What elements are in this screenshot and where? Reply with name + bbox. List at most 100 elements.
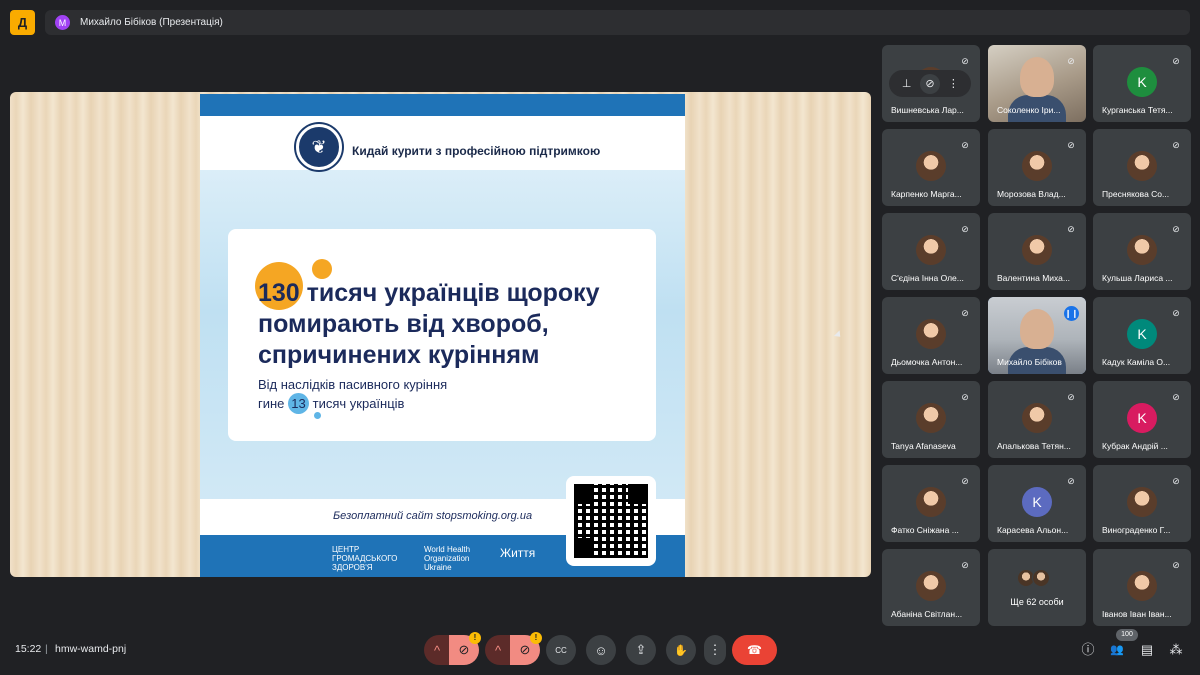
participant-tile[interactable]: ⊘ Преснякова Со... <box>1093 129 1191 206</box>
more-options-button[interactable]: ⋮ <box>704 635 726 665</box>
participant-tile[interactable]: ⊘ С'єдіна Інна Оле... <box>882 213 980 290</box>
participant-name: Вишневська Лар... <box>891 105 964 115</box>
slide-header <box>200 116 685 170</box>
participant-name: Кубрак Андрій ... <box>1102 441 1168 451</box>
footer-logo-center: ЦЕНТР ГРОМАДСЬКОГО ЗДОРОВ'Я <box>332 545 398 572</box>
headline-line2: помирають від хвороб, <box>258 310 549 338</box>
captions-button[interactable]: CC <box>546 635 576 665</box>
muted-mic-icon: ⊘ <box>961 392 969 402</box>
decor-dot <box>312 259 332 279</box>
chevron-up-icon: ^ <box>433 642 441 658</box>
raise-hand-button[interactable]: ✋ <box>666 635 696 665</box>
decor-dot <box>314 412 321 419</box>
headline-number: 130 <box>258 279 300 307</box>
leave-call-button[interactable]: ☎ <box>732 635 777 665</box>
participant-tile[interactable]: ⊘ Валентина Миха... <box>988 213 1086 290</box>
mic-off-icon: ⊘ <box>458 642 470 657</box>
participant-tile[interactable]: ⊘ Tanya Afanaseva <box>882 381 980 458</box>
participant-tile[interactable]: ⊘ Фатко Сніжана ... <box>882 465 980 542</box>
headline-text: тисяч українців щороку <box>299 279 600 307</box>
participant-avatar: K <box>1127 319 1157 349</box>
participant-avatar <box>1127 487 1157 517</box>
participant-avatar <box>916 571 946 601</box>
present-button[interactable]: ⇪ <box>626 635 656 665</box>
muted-mic-icon: ⊘ <box>1172 140 1180 150</box>
participant-avatar <box>916 235 946 265</box>
participant-avatar <box>1127 151 1157 181</box>
qr-pattern <box>574 484 648 558</box>
participant-tile[interactable]: K ⊘ Курганська Тетя... <box>1093 45 1191 122</box>
clock: 15:22 <box>15 643 42 655</box>
tile-hover-toolbar[interactable]: ⊥ ⊘ ⋮ <box>889 70 971 97</box>
participant-tile[interactable]: Ще 62 особи <box>988 549 1086 626</box>
participant-name: Соколенко Іри... <box>997 105 1061 115</box>
participant-avatar: K <box>1127 67 1157 97</box>
participant-name: Кульша Лариса ... <box>1102 273 1173 283</box>
camera-warning-icon: ! <box>530 632 542 644</box>
participant-tile[interactable]: ⊘ Соколенко Іри... <box>988 45 1086 122</box>
participant-name: Курганська Тетя... <box>1102 105 1173 115</box>
participant-name: Tanya Afanaseva <box>891 441 956 451</box>
activities-icon[interactable]: ⁂ <box>1167 641 1185 659</box>
muted-mic-icon: ⊘ <box>961 140 969 150</box>
participant-tile[interactable]: ⊘ Апалькова Тетян... <box>988 381 1086 458</box>
presenter-bar[interactable]: M Михайло Бібіков (Презентація) <box>45 10 1190 35</box>
slide-tagline: Кидай курити з професійною підтримкою <box>352 144 601 158</box>
participant-avatar <box>916 487 946 517</box>
participant-name: Винограденко Г... <box>1102 525 1171 535</box>
pin-icon[interactable]: ⊥ <box>897 74 917 94</box>
participant-tile[interactable]: ⊘ Дьомочка Антон... <box>882 297 980 374</box>
participant-avatar <box>916 151 946 181</box>
participant-tile[interactable]: ⊘ Морозова Влад... <box>988 129 1086 206</box>
slide-top-band <box>200 94 685 116</box>
participants-count-badge: 100 <box>1116 629 1138 641</box>
more-vert-icon: ⋮ <box>708 642 722 657</box>
participant-tile[interactable]: ⊘ Іванов Іван Іван... <box>1093 549 1191 626</box>
emoji-button[interactable]: ☺ <box>586 635 616 665</box>
participant-name: Апалькова Тетян... <box>997 441 1071 451</box>
participant-tile[interactable]: ❙❙ Михайло Бібіков <box>988 297 1086 374</box>
participant-name: Абаніна Світлан... <box>891 609 963 619</box>
app-logo: Д <box>10 10 35 35</box>
participant-avatar <box>1022 235 1052 265</box>
qr-code <box>566 476 656 566</box>
participant-tile[interactable]: K ⊘ Карасева Альон... <box>988 465 1086 542</box>
people-icon[interactable]: 👥 <box>1108 641 1126 659</box>
participant-tile[interactable]: ⊘ Карпенко Марга... <box>882 129 980 206</box>
chat-icon[interactable]: ▤ <box>1138 641 1156 659</box>
headline-line3: спричинених курінням <box>258 341 540 369</box>
participant-tile[interactable]: ⊘ Абаніна Світлан... <box>882 549 980 626</box>
participant-tile[interactable]: ⊘ Кульша Лариса ... <box>1093 213 1191 290</box>
meeting-code: hmw-wamd-pnj <box>55 643 127 655</box>
present-icon: ⇪ <box>635 642 647 657</box>
avatar <box>1032 569 1050 587</box>
mic-warning-icon: ! <box>469 632 481 644</box>
participant-tile[interactable]: K ⊘ Кубрак Андрій ... <box>1093 381 1191 458</box>
participant-avatar <box>1022 403 1052 433</box>
subline-1: Від наслідків пасивного куріння <box>258 377 448 392</box>
info-icon[interactable]: ⓘ <box>1079 641 1097 659</box>
hangup-icon: ☎ <box>747 643 762 657</box>
muted-mic-icon: ⊘ <box>1172 224 1180 234</box>
participant-name: С'єдіна Інна Оле... <box>891 273 964 283</box>
participant-name: Фатко Сніжана ... <box>891 525 959 535</box>
muted-mic-icon: ⊘ <box>961 560 969 570</box>
participant-tile[interactable]: ⊘ Винограденко Г... <box>1093 465 1191 542</box>
video-options-button[interactable]: ^ <box>485 635 511 665</box>
participant-name: Михайло Бібіков <box>997 357 1062 367</box>
video-person-head <box>1020 57 1054 97</box>
muted-mic-icon: ⊘ <box>1067 392 1075 402</box>
emoji-icon: ☺ <box>594 642 608 658</box>
separator: | <box>45 643 48 655</box>
mic-off-icon[interactable]: ⊘ <box>919 73 940 94</box>
participant-tile[interactable]: K ⊘ Кадук Каміла О... <box>1093 297 1191 374</box>
muted-mic-icon: ⊘ <box>1172 392 1180 402</box>
more-participants-avatars <box>1017 569 1050 587</box>
audio-options-button[interactable]: ^ <box>424 635 450 665</box>
more-vert-icon[interactable]: ⋮ <box>943 74 963 94</box>
subline-number: 13 <box>288 393 310 414</box>
subline-2-post: тисяч українців <box>309 396 405 411</box>
muted-mic-icon: ⊘ <box>961 476 969 486</box>
captions-icon: CC <box>555 645 567 655</box>
participant-avatar: K <box>1022 487 1052 517</box>
